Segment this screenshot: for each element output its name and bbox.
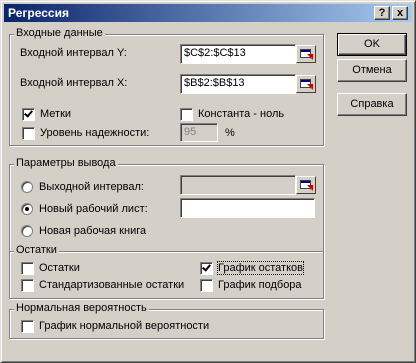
x-range-label: Входной интервал X: [20,77,128,89]
residuals-group-legend: Остатки [14,244,59,256]
output-group: Параметры вывода Выходной интервал: Новы… [9,157,324,252]
labels-checkbox[interactable] [22,108,35,121]
output-range-collapse-button[interactable] [296,176,316,194]
const-zero-checkbox-label: Константа - ноль [198,108,285,120]
output-range-radio[interactable] [21,181,33,193]
residuals-checkbox[interactable] [21,262,34,275]
confidence-checkbox-label: Уровень надежности: [40,127,150,139]
new-sheet-radio[interactable] [21,203,33,215]
new-sheet-input[interactable] [180,198,315,218]
help-button[interactable]: Справка [337,93,407,116]
confidence-level-input[interactable]: 95 [180,123,218,142]
normal-plot-checkbox-label: График нормальной вероятности [39,320,210,332]
input-group: Входные данные Входной интервал Y: $C$2:… [9,27,324,146]
residual-plots-checkbox[interactable] [200,262,213,275]
ok-button[interactable]: OK [337,33,407,56]
line-fit-checkbox[interactable] [200,279,213,292]
residuals-checkbox-label: Остатки [39,262,80,274]
normal-probability-group: Нормальная вероятность График нормальной… [9,302,324,339]
new-workbook-radio[interactable] [21,225,33,237]
cancel-button[interactable]: Отмена [337,59,407,82]
output-range-input[interactable] [180,175,296,195]
output-group-legend: Параметры вывода [14,157,118,169]
new-sheet-label: Новый рабочий лист: [39,203,148,215]
output-range-label: Выходной интервал: [39,181,144,193]
percent-sign: % [225,127,235,139]
collapse-dialog-icon [300,49,311,58]
labels-checkbox-label: Метки [40,108,72,120]
y-range-collapse-button[interactable] [296,45,316,63]
y-range-label: Входной интервал Y: [20,47,127,59]
confidence-checkbox[interactable] [22,127,35,140]
const-zero-checkbox[interactable] [180,108,193,121]
title-bar: Регрессия ? x [4,4,412,22]
normal-probability-legend: Нормальная вероятность [14,302,149,314]
help-title-button[interactable]: ? [374,6,390,20]
y-range-input[interactable]: $C$2:$C$13 [180,44,296,64]
normal-plot-checkbox[interactable] [21,320,34,333]
x-range-collapse-button[interactable] [296,75,316,93]
input-group-legend: Входные данные [14,27,105,39]
collapse-dialog-icon [300,79,311,88]
standardized-residuals-checkbox[interactable] [21,279,34,292]
collapse-dialog-icon [300,180,311,189]
new-workbook-label: Новая рабочая книга [39,225,147,237]
dialog-title: Регрессия [8,6,69,20]
x-range-input[interactable]: $B$2:$B$13 [180,74,296,94]
residuals-group: Остатки Остатки График остатков Стандарт… [9,244,324,299]
close-title-button[interactable]: x [392,6,408,20]
line-fit-checkbox-label: График подбора [218,279,302,291]
standardized-residuals-label: Стандартизованные остатки [39,279,185,291]
residual-plots-checkbox-label: График остатков [217,261,304,275]
regression-dialog: Регрессия ? x Входные данные Входной инт… [0,0,416,363]
